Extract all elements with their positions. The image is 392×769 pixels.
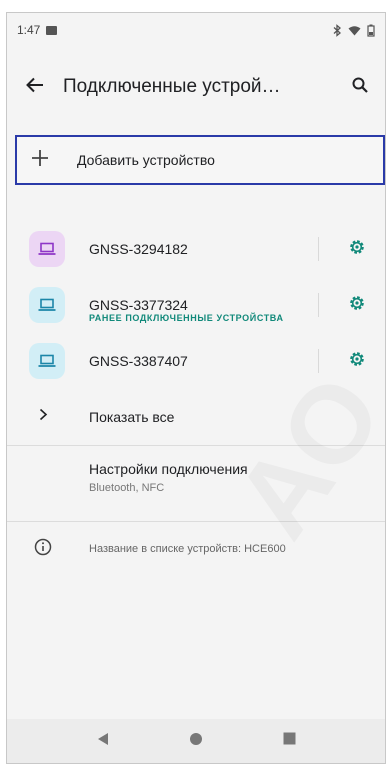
plus-icon (31, 149, 49, 172)
divider (318, 237, 319, 261)
sim-card-icon (46, 25, 58, 35)
nav-recents-button[interactable] (283, 732, 296, 750)
status-time: 1:47 (17, 23, 41, 37)
wifi-icon (348, 25, 361, 36)
connection-settings-title: Настройки подключения (89, 461, 248, 477)
square-recents-icon (283, 732, 296, 750)
device-settings-button[interactable] (335, 293, 379, 318)
divider (7, 445, 385, 446)
search-icon (352, 77, 368, 98)
show-all-button[interactable]: Показать все (7, 395, 385, 439)
device-settings-button[interactable] (335, 349, 379, 374)
divider (318, 349, 319, 373)
divider (7, 521, 385, 522)
navigation-bar (7, 719, 385, 763)
device-settings-button[interactable] (335, 237, 379, 262)
app-bar: Подключенные устрой… (7, 47, 385, 127)
add-device-label: Добавить устройство (77, 152, 215, 168)
gear-icon (347, 293, 367, 318)
info-icon (34, 538, 52, 561)
connection-settings-item[interactable]: Настройки подключения Bluetooth, NFC (89, 461, 248, 494)
laptop-icon (29, 343, 65, 379)
search-button[interactable] (335, 77, 385, 98)
triangle-back-icon (97, 732, 109, 751)
device-name: GNSS-3377324 (89, 297, 188, 313)
chevron-right-icon (39, 408, 48, 426)
status-bar: 1:47 (7, 13, 385, 47)
device-name-info-text: Название в списке устройств: HCE600 (89, 543, 286, 555)
settings-list: Добавить устройство РАНЕЕ ПОДКЛЮЧЕННЫЕ У… (7, 127, 385, 723)
device-name: GNSS-3294182 (89, 241, 188, 257)
screen-frame: 1:47 Подключенные устрой… Добавить устро… (6, 12, 386, 764)
bluetooth-icon (332, 23, 342, 37)
connection-settings-subtitle: Bluetooth, NFC (89, 482, 165, 494)
laptop-icon (29, 231, 65, 267)
gear-icon (347, 237, 367, 262)
laptop-icon (29, 287, 65, 323)
add-device-button[interactable]: Добавить устройство (15, 135, 385, 185)
nav-home-button[interactable] (189, 732, 203, 751)
arrow-back-icon (26, 77, 44, 98)
device-item[interactable]: GNSS-3387407 (7, 333, 385, 389)
divider (318, 293, 319, 317)
nav-back-button[interactable] (97, 732, 109, 751)
device-item[interactable]: GNSS-3294182 (7, 221, 385, 277)
device-item[interactable]: GNSS-3377324 (7, 277, 385, 333)
circle-home-icon (189, 732, 203, 751)
battery-icon (367, 24, 375, 37)
back-button[interactable] (7, 77, 63, 98)
device-name: GNSS-3387407 (89, 353, 188, 369)
page-title: Подключенные устрой… (63, 76, 281, 97)
gear-icon (347, 349, 367, 374)
device-name-info: Название в списке устройств: HCE600 (7, 533, 385, 565)
show-all-label: Показать все (89, 409, 175, 425)
